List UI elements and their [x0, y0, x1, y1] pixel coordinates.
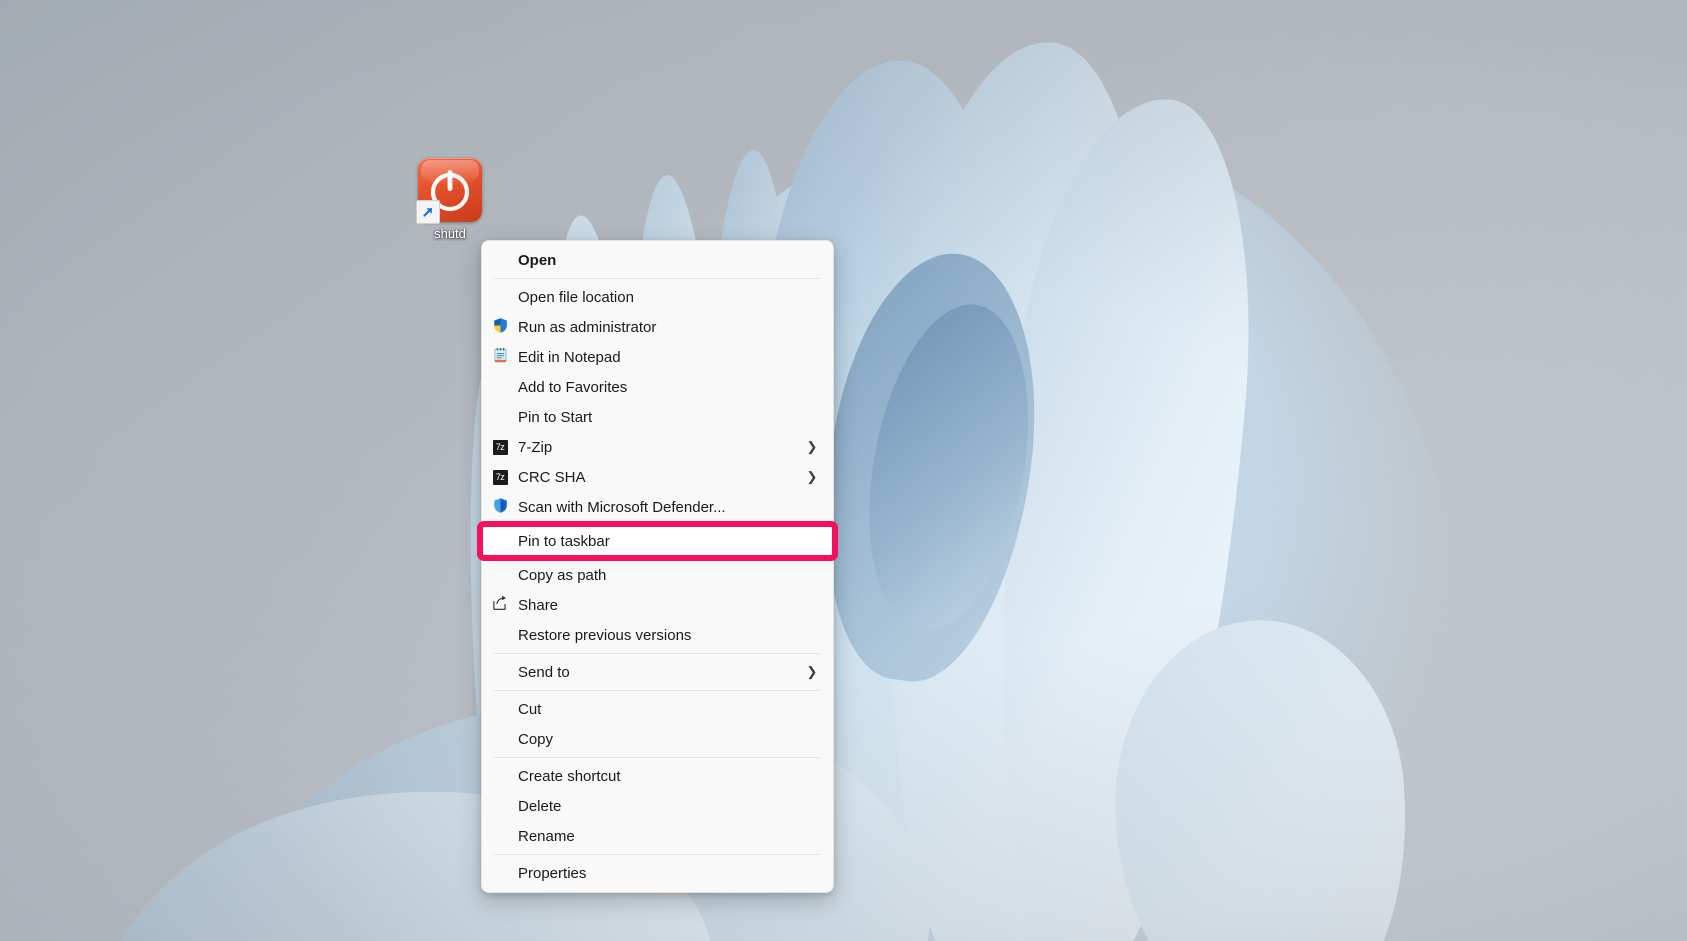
menu-item-7-zip[interactable]: 7z 7-Zip ❯ [482, 432, 833, 462]
menu-item-label: Create shortcut [518, 767, 621, 785]
menu-item-label: 7-Zip [518, 438, 553, 456]
menu-item-label: Scan with Microsoft Defender... [518, 498, 726, 516]
menu-item-cut[interactable]: Cut [482, 694, 833, 724]
share-icon [491, 594, 509, 616]
menu-item-label: Open [518, 251, 557, 269]
menu-item-label: Run as administrator [518, 318, 657, 336]
shortcut-arrow-icon [416, 200, 440, 224]
share-icon [482, 594, 518, 616]
menu-item-label: Rename [518, 827, 575, 845]
menu-item-pin-to-taskbar[interactable]: Pin to taskbar [477, 521, 838, 561]
chevron-right-icon: ❯ [806, 439, 818, 454]
menu-item-delete[interactable]: Delete [482, 791, 833, 821]
desktop-icon-label: shutd [434, 226, 466, 241]
sevenzip-icon: 7z [492, 439, 508, 455]
desktop[interactable]: shutd Open Open file location Run as admin… [0, 0, 1687, 941]
menu-separator [494, 690, 821, 691]
menu-item-scan-with-microsoft-defender[interactable]: Scan with Microsoft Defender... [482, 492, 833, 522]
sevenzip-icon: 7z [482, 469, 518, 485]
notepad-icon [492, 347, 509, 368]
menu-item-crc-sha[interactable]: 7z CRC SHA ❯ [482, 462, 833, 492]
menu-item-label: Pin to Start [518, 408, 593, 426]
menu-item-rename[interactable]: Rename [482, 821, 833, 851]
menu-separator [494, 278, 821, 279]
menu-item-label: CRC SHA [518, 468, 586, 486]
menu-separator [494, 653, 821, 654]
defender-shield-icon [482, 497, 518, 518]
file-context-menu[interactable]: Open Open file location Run as administrat… [477, 240, 838, 893]
uac-shield-icon [492, 317, 509, 338]
menu-item-edit-in-notepad[interactable]: Edit in Notepad [482, 342, 833, 372]
menu-item-label: Share [518, 596, 559, 614]
menu-item-label: Edit in Notepad [518, 348, 621, 366]
menu-item-label: Pin to taskbar [518, 532, 610, 550]
menu-item-send-to[interactable]: Send to ❯ [482, 657, 833, 687]
menu-item-label: Properties [518, 864, 587, 882]
menu-item-label: Add to Favorites [518, 378, 628, 396]
wallpaper [0, 0, 1687, 941]
sevenzip-icon: 7z [482, 439, 518, 455]
menu-item-label: Open file location [518, 288, 634, 306]
shutdown-icon-art [416, 158, 482, 224]
menu-item-properties[interactable]: Properties [482, 858, 833, 888]
chevron-right-icon: ❯ [806, 664, 818, 679]
menu-item-label: Cut [518, 700, 542, 718]
menu-item-label: Delete [518, 797, 562, 815]
sevenzip-icon: 7z [492, 469, 508, 485]
menu-item-pin-to-start[interactable]: Pin to Start [482, 402, 833, 432]
notepad-icon [482, 347, 518, 368]
menu-item-label: Restore previous versions [518, 626, 692, 644]
defender-shield-icon [492, 497, 509, 518]
menu-item-copy-as-path[interactable]: Copy as path [482, 560, 833, 590]
menu-item-open-file-location[interactable]: Open file location [482, 282, 833, 312]
menu-item-label: Copy as path [518, 566, 607, 584]
uac-shield-icon [482, 317, 518, 338]
chevron-right-icon: ❯ [806, 469, 818, 484]
wallpaper-vignette [0, 0, 1687, 941]
menu-item-label: Copy [518, 730, 554, 748]
menu-separator [494, 854, 821, 855]
menu-item-open[interactable]: Open [482, 245, 833, 275]
menu-item-run-as-administrator[interactable]: Run as administrator [482, 312, 833, 342]
menu-separator [494, 757, 821, 758]
menu-item-create-shortcut[interactable]: Create shortcut [482, 761, 833, 791]
menu-item-copy[interactable]: Copy [482, 724, 833, 754]
menu-item-label: Send to [518, 663, 570, 681]
menu-item-add-to-favorites[interactable]: Add to Favorites [482, 372, 833, 402]
menu-item-restore-previous-versions[interactable]: Restore previous versions [482, 620, 833, 650]
menu-item-share[interactable]: Share [482, 590, 833, 620]
desktop-icon-shutdown[interactable]: shutd [404, 158, 496, 241]
